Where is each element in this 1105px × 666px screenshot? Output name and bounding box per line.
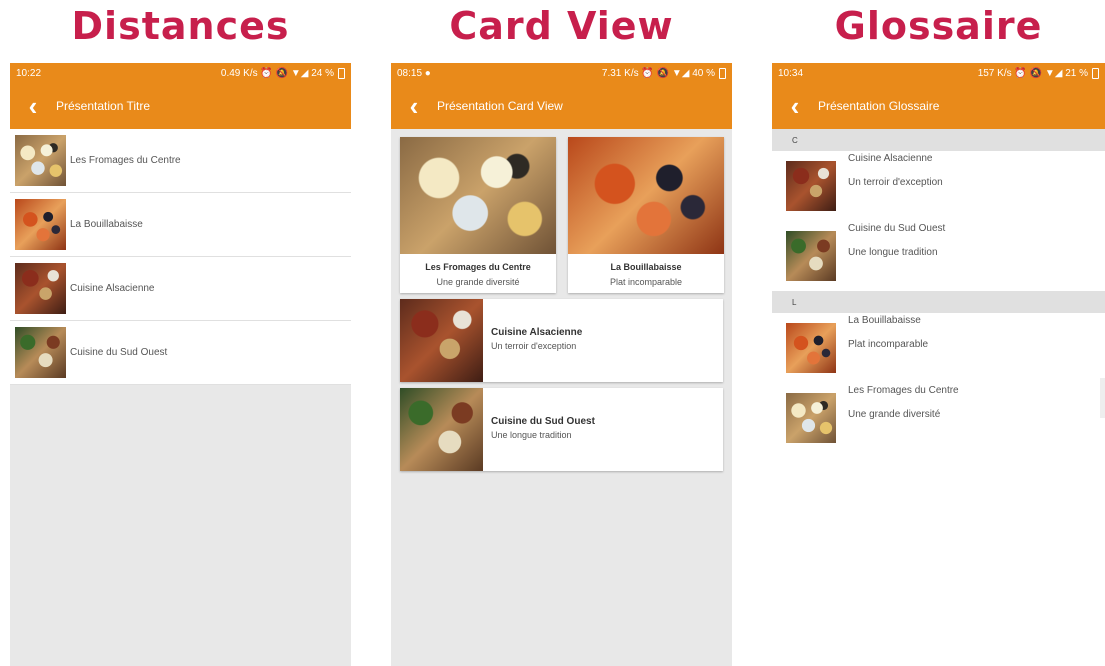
glossary-item[interactable]: Les Fromages du Centre Une grande divers…: [772, 383, 1105, 453]
grid-card[interactable]: La Bouillabaisse Plat incomparable: [568, 137, 724, 293]
card-title: La Bouillabaisse: [610, 262, 682, 272]
card-title: Cuisine du Sud Ouest: [491, 416, 595, 427]
bouillabaisse-photo: [15, 199, 66, 250]
status-time: 10:34: [778, 67, 804, 79]
heading-glossaire: Glossaire: [834, 4, 1043, 48]
item-subtitle: Une grande diversité: [848, 409, 941, 420]
card-title: Les Fromages du Centre: [425, 262, 531, 272]
app-bar-title: Présentation Glossaire: [818, 99, 940, 113]
card-subtitle: Un terroir d'exception: [491, 341, 577, 351]
item-title: La Bouillabaisse: [848, 315, 921, 326]
alsace-photo: [400, 299, 483, 382]
status-indicators: 0.49 K/s ⏰ 🔕 ▼◢ 24 %: [220, 67, 334, 79]
status-bar: 08:15 ● 7.31 K/s ⏰ 🔕 ▼◢ 40 %: [391, 63, 732, 83]
bouillabaisse-photo: [786, 323, 836, 373]
sudouest-photo: [400, 388, 483, 471]
grid-card[interactable]: Les Fromages du Centre Une grande divers…: [400, 137, 556, 293]
list-item[interactable]: Cuisine du Sud Ouest: [10, 321, 351, 385]
battery-icon: [719, 67, 726, 79]
list-item[interactable]: Cuisine Alsacienne: [10, 257, 351, 321]
chevron-left-icon[interactable]: ‹: [391, 93, 437, 119]
item-subtitle: Une longue tradition: [848, 247, 938, 258]
alsace-photo: [786, 161, 836, 211]
index-scroller[interactable]: [1100, 378, 1105, 418]
app-bar-title: Présentation Titre: [56, 99, 151, 113]
status-bar: 10:34 157 K/s ⏰ 🔕 ▼◢ 21 %: [772, 63, 1105, 83]
heading-card-view: Card View: [449, 4, 674, 48]
cheese-photo: [15, 135, 66, 186]
list-item-label: La Bouillabaisse: [70, 219, 143, 230]
chevron-left-icon[interactable]: ‹: [772, 93, 818, 119]
card-title: Cuisine Alsacienne: [491, 327, 583, 338]
status-bar: 10:22 0.49 K/s ⏰ 🔕 ▼◢ 24 %: [10, 63, 351, 83]
item-title: Cuisine Alsacienne: [848, 153, 933, 164]
glossary-item[interactable]: La Bouillabaisse Plat incomparable: [772, 313, 1105, 383]
glossary-item[interactable]: Cuisine Alsacienne Un terroir d'exceptio…: [772, 151, 1105, 221]
list-item[interactable]: Les Fromages du Centre: [10, 129, 351, 193]
wide-card[interactable]: Cuisine Alsacienne Un terroir d'exceptio…: [400, 299, 723, 382]
card-subtitle: Une grande diversité: [436, 277, 520, 287]
battery-icon: [1092, 67, 1099, 79]
status-indicators: 157 K/s ⏰ 🔕 ▼◢ 21 %: [977, 67, 1088, 79]
item-title: Les Fromages du Centre: [848, 385, 959, 396]
battery-icon: [338, 67, 345, 79]
app-bar-title: Présentation Card View: [437, 99, 563, 113]
card-subtitle: Plat incomparable: [609, 277, 683, 287]
list-item-label: Cuisine Alsacienne: [70, 283, 155, 294]
phone-glossaire: 10:34 157 K/s ⏰ 🔕 ▼◢ 21 % ‹ Présentation…: [772, 63, 1105, 666]
list-item[interactable]: La Bouillabaisse: [10, 193, 351, 257]
chevron-left-icon[interactable]: ‹: [10, 93, 56, 119]
list-item-label: Les Fromages du Centre: [70, 155, 181, 166]
item-subtitle: Un terroir d'exception: [848, 177, 943, 188]
status-time: 08:15 ●: [397, 67, 431, 79]
heading-distances: Distances: [71, 4, 290, 48]
list-item-label: Cuisine du Sud Ouest: [70, 347, 168, 358]
card-subtitle: Une longue tradition: [491, 430, 572, 440]
cheese-photo: [400, 137, 556, 254]
status-indicators: 7.31 K/s ⏰ 🔕 ▼◢ 40 %: [601, 67, 715, 79]
item-title: Cuisine du Sud Ouest: [848, 223, 946, 234]
item-list: Les Fromages du Centre La Bouillabaisse …: [10, 129, 351, 385]
app-bar: ‹ Présentation Glossaire: [772, 83, 1105, 129]
glossary-item[interactable]: Cuisine du Sud Ouest Une longue traditio…: [772, 221, 1105, 291]
alsace-photo: [15, 263, 66, 314]
sudouest-photo: [786, 231, 836, 281]
app-bar: ‹ Présentation Titre: [10, 83, 351, 129]
wide-card[interactable]: Cuisine du Sud Ouest Une longue traditio…: [400, 388, 723, 471]
sudouest-photo: [15, 327, 66, 378]
item-subtitle: Plat incomparable: [848, 339, 929, 350]
card-grid: Les Fromages du Centre Une grande divers…: [391, 129, 732, 293]
section-header: C: [772, 129, 1105, 151]
bouillabaisse-photo: [568, 137, 724, 254]
phone-distances: 10:22 0.49 K/s ⏰ 🔕 ▼◢ 24 % ‹ Présentatio…: [10, 63, 351, 666]
app-bar: ‹ Présentation Card View: [391, 83, 732, 129]
cheese-photo: [786, 393, 836, 443]
phone-card-view: 08:15 ● 7.31 K/s ⏰ 🔕 ▼◢ 40 % ‹ Présentat…: [391, 63, 732, 666]
status-time: 10:22: [16, 67, 42, 79]
section-header: L: [772, 291, 1105, 313]
